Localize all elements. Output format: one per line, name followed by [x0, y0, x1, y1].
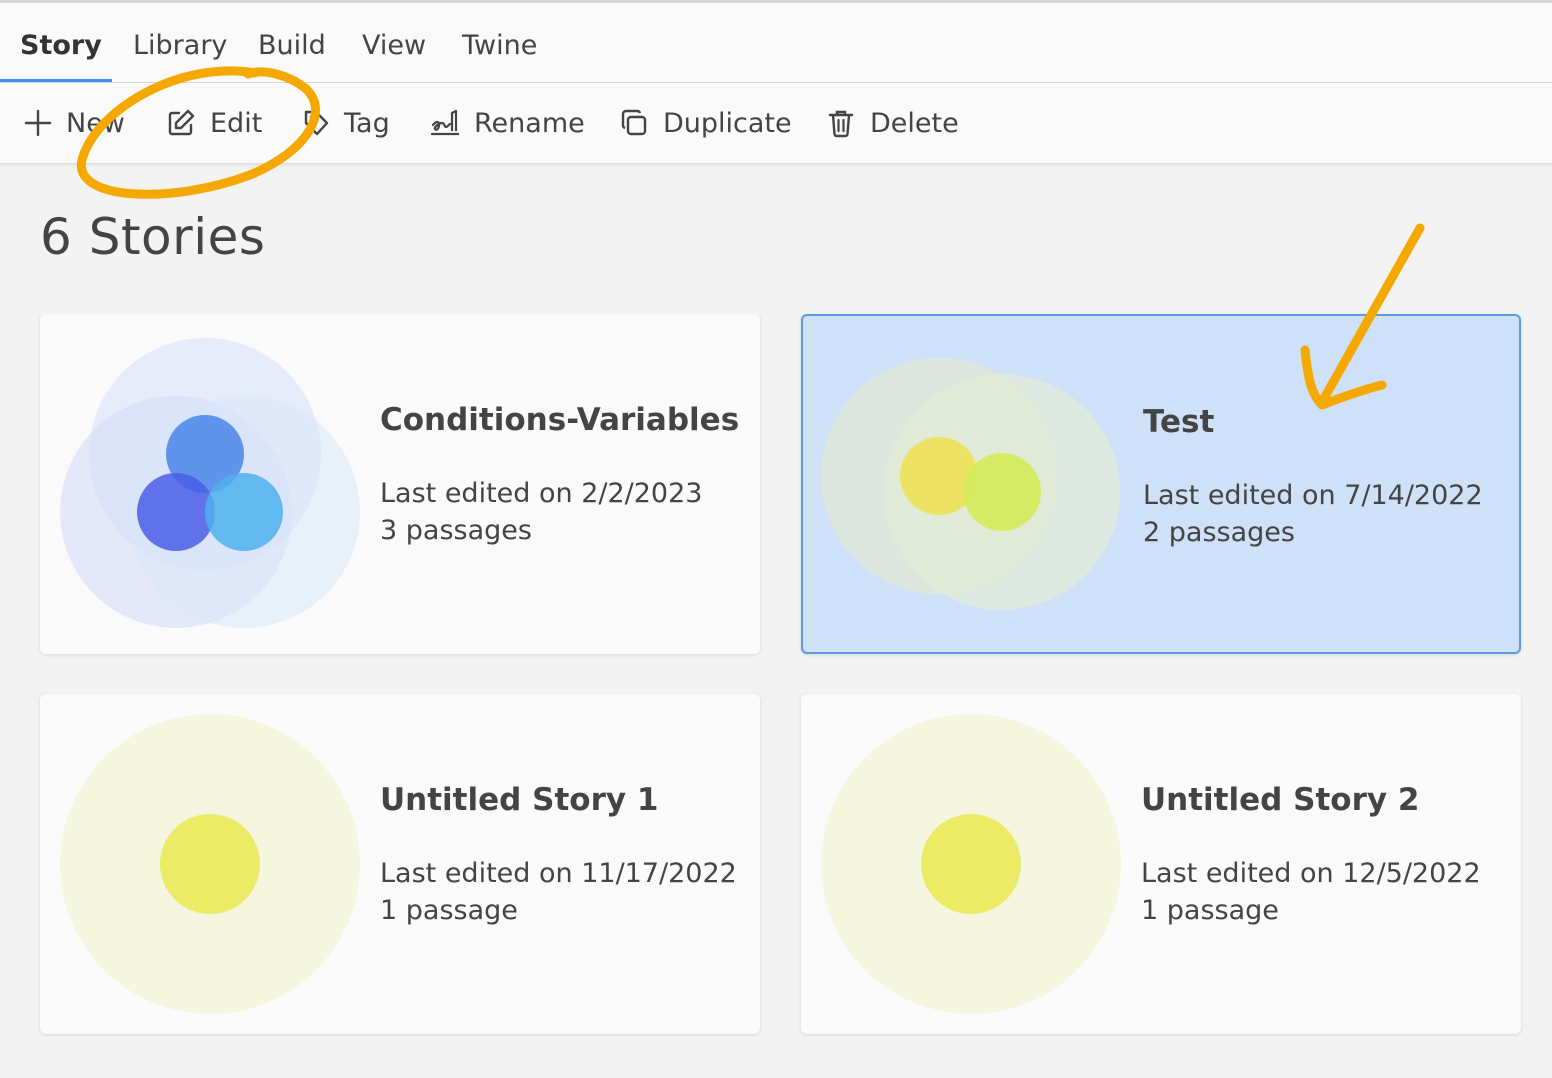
tab-twine[interactable]: Twine	[462, 3, 537, 82]
story-last-edited: Last edited on 12/5/2022	[1141, 858, 1481, 889]
story-card[interactable]: Untitled Story 2 Last edited on 12/5/202…	[801, 694, 1521, 1034]
story-passage-count: 2 passages	[1143, 517, 1295, 548]
tag-icon	[304, 110, 329, 136]
delete-button-label: Delete	[870, 107, 959, 139]
duplicate-button[interactable]: Duplicate	[619, 83, 792, 163]
delete-button[interactable]: Delete	[826, 83, 959, 163]
story-last-edited: Last edited on 11/17/2022	[380, 858, 737, 889]
story-title: Untitled Story 2	[1141, 782, 1420, 818]
tag-button-label: Tag	[344, 107, 390, 139]
story-count-heading: 6 Stories	[40, 208, 266, 266]
story-preview-graphic	[821, 358, 1120, 610]
story-last-edited: Last edited on 7/14/2022	[1143, 480, 1483, 511]
pencil-edit-icon	[168, 109, 195, 136]
story-preview-graphic	[60, 338, 360, 628]
story-passage-count: 1 passage	[1141, 895, 1279, 926]
story-card-selected[interactable]: Test Last edited on 7/14/2022 2 passages	[801, 314, 1521, 654]
story-last-edited: Last edited on 2/2/2023	[380, 478, 703, 509]
story-title: Conditions-Variables	[380, 402, 740, 438]
new-button-label: New	[66, 107, 125, 139]
rename-button-label: Rename	[474, 107, 585, 139]
tag-button[interactable]: Tag	[302, 83, 390, 163]
duplicate-button-label: Duplicate	[663, 107, 792, 139]
tab-library[interactable]: Library	[133, 3, 227, 82]
copy-icon	[621, 109, 647, 136]
story-preview-graphic	[60, 714, 360, 1014]
rename-button[interactable]: Rename	[430, 83, 585, 163]
tab-view[interactable]: View	[362, 3, 426, 82]
story-title: Untitled Story 1	[380, 782, 659, 818]
edit-button[interactable]: Edit	[166, 83, 262, 163]
active-tab-indicator	[0, 79, 112, 82]
story-passage-count: 3 passages	[380, 515, 532, 546]
story-toolbar: New Edit Tag Rename Duplicate Delete	[0, 83, 1552, 164]
story-passage-count: 1 passage	[380, 895, 518, 926]
tab-build[interactable]: Build	[258, 3, 326, 82]
trash-icon	[828, 110, 854, 138]
rename-signature-icon	[430, 109, 460, 136]
story-preview-graphic	[821, 714, 1121, 1014]
new-button[interactable]: New	[24, 83, 125, 163]
story-card[interactable]: Conditions-Variables Last edited on 2/2/…	[40, 314, 760, 654]
story-card[interactable]: Untitled Story 1 Last edited on 11/17/20…	[40, 694, 760, 1034]
plus-icon	[24, 109, 52, 137]
tab-bar: Story Library Build View Twine	[0, 3, 1552, 83]
tab-story[interactable]: Story	[20, 3, 102, 82]
story-title: Test	[1143, 404, 1215, 440]
edit-button-label: Edit	[210, 107, 263, 139]
